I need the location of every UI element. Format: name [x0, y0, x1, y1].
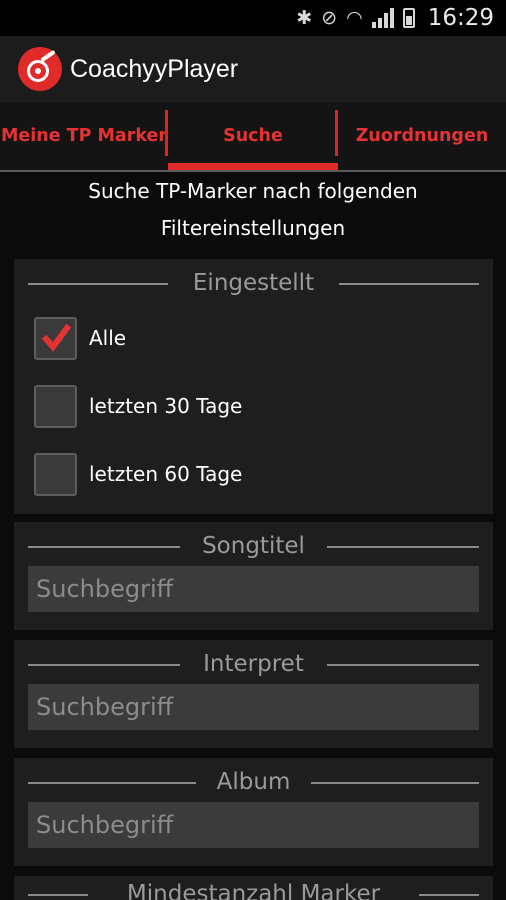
panel-header: Interpret	[14, 640, 493, 688]
tab-suche[interactable]: Suche	[168, 102, 338, 170]
tab-label: Suche	[223, 126, 283, 146]
active-tab-indicator	[168, 163, 338, 170]
option-label: Alle	[89, 326, 127, 350]
filter-album-panel: Album	[14, 758, 493, 866]
checkbox[interactable]	[34, 384, 77, 428]
wifi-icon: ◠	[346, 6, 363, 29]
bluetooth-icon: ✱	[296, 6, 313, 29]
tab-meine-tp-marker[interactable]: Meine TP Marker	[0, 102, 168, 170]
mute-icon: ⊘	[321, 6, 338, 29]
divider-line	[327, 664, 479, 666]
tab-label: Meine TP Marker	[0, 126, 168, 146]
panel-title: Album	[216, 769, 291, 795]
checkbox[interactable]	[34, 452, 77, 496]
interpret-search-input[interactable]	[28, 684, 479, 730]
heading-line-1: Suche TP-Marker nach folgenden	[88, 179, 418, 203]
panel-title: Eingestellt	[192, 270, 315, 296]
tab-zuordnungen[interactable]: Zuordnungen	[338, 102, 506, 170]
app-title: CoachyyPlayer	[70, 54, 239, 83]
checkbox-checked[interactable]	[34, 316, 77, 360]
page-heading: Suche TP-Marker nach folgenden Filterein…	[0, 172, 506, 248]
filter-songtitel-panel: Songtitel	[14, 522, 493, 630]
divider-line	[327, 546, 479, 548]
panel-title: Mindestanzahl Marker	[126, 881, 381, 900]
panel-header: Eingestellt	[14, 259, 493, 307]
signal-icon	[371, 8, 394, 28]
divider-line	[339, 283, 479, 285]
divider-line	[28, 782, 196, 784]
option-letzten-30-tage[interactable]: letzten 30 Tage	[34, 384, 242, 428]
tab-label: Zuordnungen	[355, 126, 489, 146]
album-search-input[interactable]	[28, 802, 479, 848]
panel-header: Songtitel	[14, 522, 493, 570]
divider-line	[28, 894, 88, 896]
filter-mindestanzahl-panel: Mindestanzahl Marker	[14, 876, 493, 900]
status-bar: ✱ ⊘ ◠ 16:29	[0, 0, 506, 36]
divider-line	[311, 782, 479, 784]
checkmark-icon	[41, 323, 72, 352]
songtitel-search-input[interactable]	[28, 566, 479, 612]
panel-title: Interpret	[203, 651, 304, 677]
option-letzten-60-tage[interactable]: letzten 60 Tage	[34, 452, 242, 496]
tab-bar: Meine TP Marker Suche Zuordnungen	[0, 102, 506, 172]
divider-line	[28, 283, 168, 285]
filter-eingestellt-panel: Eingestellt Alle letzten 30 Tage letzten…	[14, 259, 493, 514]
option-alle[interactable]: Alle	[34, 316, 126, 360]
option-label: letzten 30 Tage	[89, 394, 243, 418]
divider-line	[28, 664, 180, 666]
panel-title: Songtitel	[202, 533, 305, 559]
heading-line-2: Filtereinstellungen	[160, 216, 346, 240]
divider-line	[28, 546, 180, 548]
divider-line	[419, 894, 479, 896]
panel-header: Mindestanzahl Marker	[14, 876, 493, 900]
status-time: 16:29	[427, 5, 494, 31]
vinyl-record-icon[interactable]	[18, 47, 62, 91]
battery-icon	[402, 8, 415, 28]
filter-interpret-panel: Interpret	[14, 640, 493, 748]
action-bar: CoachyyPlayer	[0, 36, 506, 102]
option-label: letzten 60 Tage	[89, 462, 243, 486]
panel-header: Album	[14, 758, 493, 806]
